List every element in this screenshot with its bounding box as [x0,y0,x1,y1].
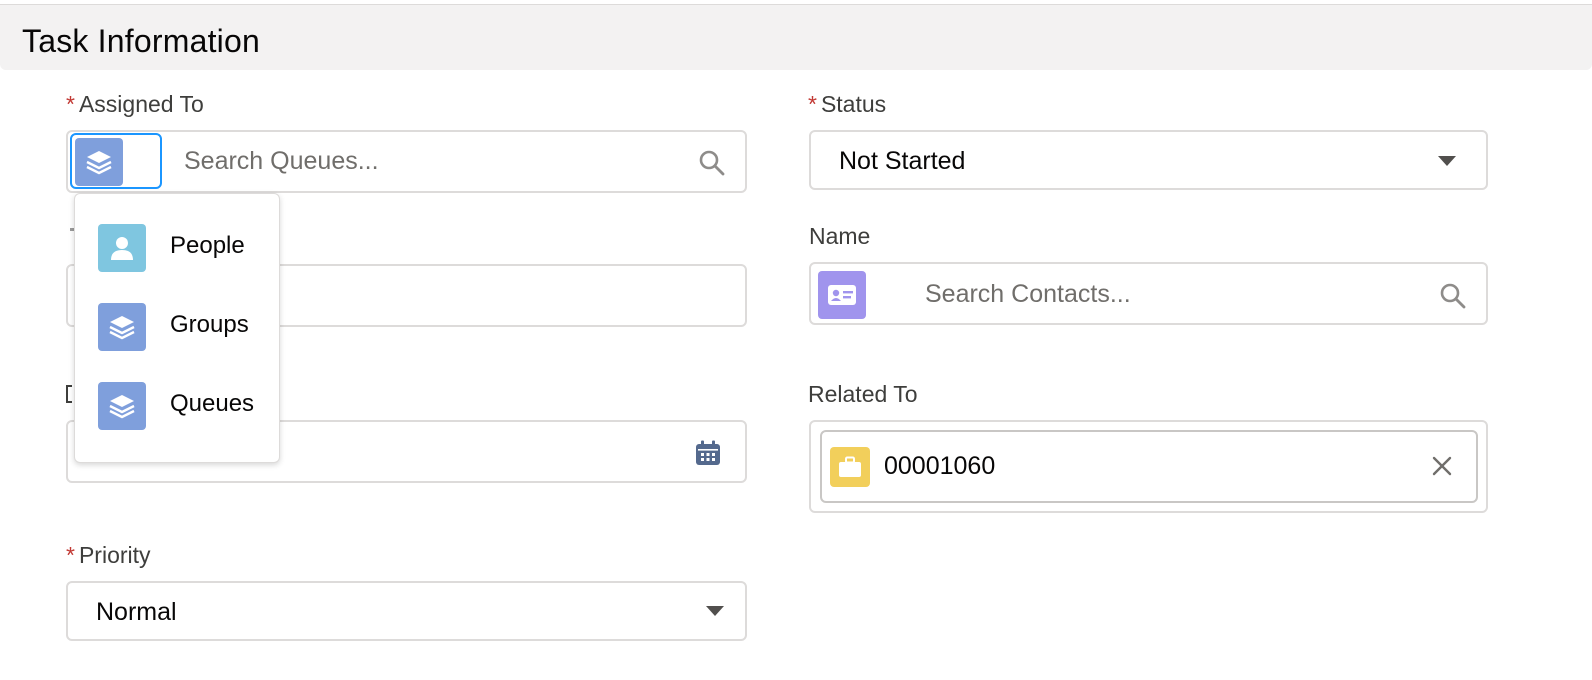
status-select[interactable]: Not Started [809,130,1488,190]
close-icon[interactable] [1430,454,1454,483]
search-icon [698,149,726,182]
scope-menu-item-people[interactable]: People [75,214,281,284]
related-to-label: Related To [808,381,918,407]
scope-menu-item-label: Groups [170,311,249,338]
priority-value: Normal [96,598,177,626]
priority-label-text: Priority [78,542,151,568]
scope-menu-item-queues[interactable]: Queues [75,372,281,442]
scope-menu-item-label: People [170,232,245,259]
required-marker: * [66,542,75,568]
user-icon [98,224,146,272]
name-search-input[interactable]: Search Contacts... [925,280,1131,309]
assigned-to-lookup[interactable]: Search Queues... [66,130,747,193]
assigned-to-scope-button[interactable] [70,133,162,189]
priority-label: * Priority [66,542,151,569]
contact-card-icon [818,271,866,319]
status-label-text: Status [820,91,887,117]
section-title: Task Information [22,23,260,59]
calendar-icon[interactable] [694,439,722,472]
related-to-value: 00001060 [884,452,996,480]
chevron-down-icon [706,606,724,616]
assigned-to-label: * Assigned To [66,91,204,118]
required-marker: * [66,91,75,117]
name-label: Name [809,223,871,249]
briefcase-icon [830,447,870,487]
related-to-selected-pill[interactable]: 00001060 [820,430,1478,503]
assigned-to-scope-menu: People Groups Queues [74,193,280,463]
scope-menu-item-groups[interactable]: Groups [75,293,281,363]
search-icon [1439,282,1467,315]
assigned-to-label-text: Assigned To [78,91,204,117]
queues-stack-icon [98,382,146,430]
status-value: Not Started [839,147,966,175]
queue-stack-icon [75,138,123,186]
name-lookup[interactable]: Search Contacts... [809,262,1488,325]
required-marker: * [808,91,817,117]
scope-menu-item-label: Queues [170,390,255,417]
priority-select[interactable]: Normal [66,581,747,641]
obscured-label-fragment [66,385,72,403]
chevron-down-icon [1438,156,1456,166]
groups-stack-icon [98,303,146,351]
status-label: * Status [808,91,886,118]
section-header[interactable]: Task Information [0,5,1592,70]
assigned-to-search-input[interactable]: Search Queues... [184,147,379,176]
